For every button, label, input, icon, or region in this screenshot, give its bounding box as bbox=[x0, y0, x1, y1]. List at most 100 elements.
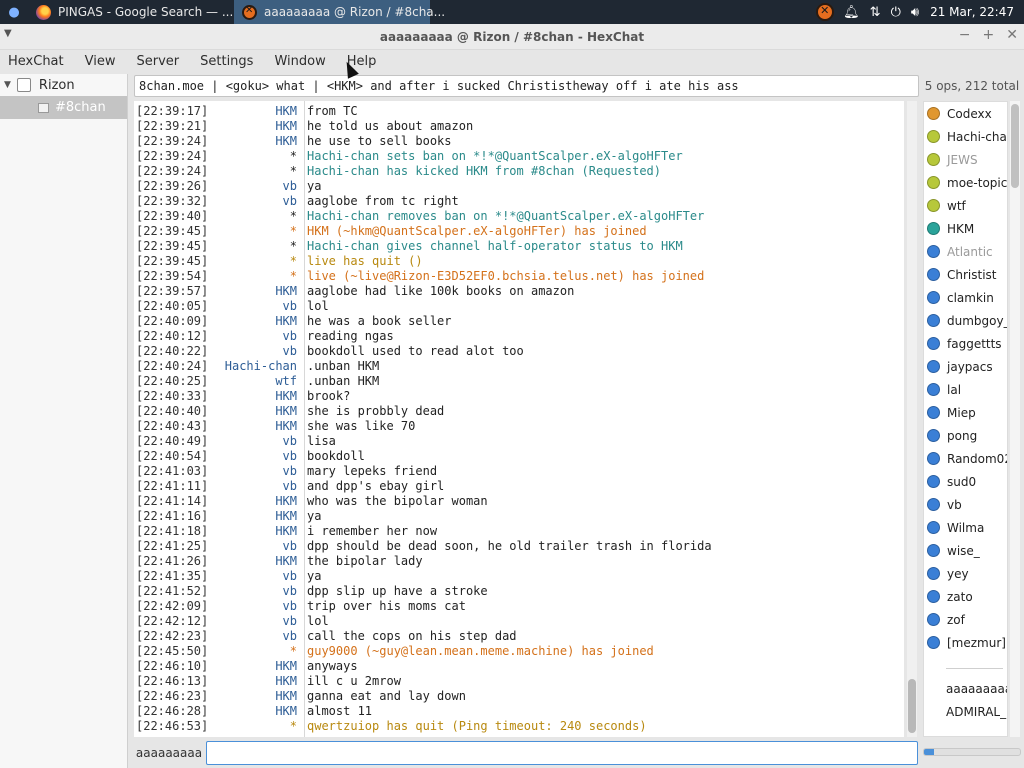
chat-nick[interactable]: HKM bbox=[208, 419, 303, 434]
chat-nick[interactable]: HKM bbox=[208, 404, 303, 419]
user-list-item[interactable]: HKM bbox=[924, 217, 1007, 240]
user-list-item[interactable]: Atlantic bbox=[924, 240, 1007, 263]
chat-nick[interactable]: HKM bbox=[208, 524, 303, 539]
chat-nick[interactable]: vb bbox=[208, 299, 303, 314]
chat-nick[interactable]: HKM bbox=[208, 689, 303, 704]
chat-nick[interactable]: vb bbox=[208, 329, 303, 344]
chat-nick[interactable]: HKM bbox=[208, 389, 303, 404]
tree-channel-8chan[interactable]: #8chan bbox=[0, 96, 127, 119]
chat-nick[interactable]: vb bbox=[208, 584, 303, 599]
chat-nick[interactable]: HKM bbox=[208, 314, 303, 329]
user-list-item[interactable]: lal bbox=[924, 378, 1007, 401]
window-titlebar[interactable]: ▼ aaaaaaaaa @ Rizon / #8chan - HexChat −… bbox=[0, 24, 1024, 50]
chat-nick[interactable]: vb bbox=[208, 479, 303, 494]
user-list-item[interactable]: JEWS bbox=[924, 148, 1007, 171]
maximize-icon[interactable]: + bbox=[983, 27, 995, 43]
user-list-item[interactable]: pong bbox=[924, 424, 1007, 447]
user-list-item[interactable]: wise_ bbox=[924, 539, 1007, 562]
user-list-item[interactable]: wtf bbox=[924, 194, 1007, 217]
user-list-item[interactable]: ADMIRAL_H bbox=[924, 700, 1007, 723]
chat-nick[interactable]: * bbox=[208, 239, 303, 254]
chat-nick[interactable]: HKM bbox=[208, 509, 303, 524]
user-list-item[interactable]: jaypacs bbox=[924, 355, 1007, 378]
volume-icon[interactable]: 🔊︎ bbox=[911, 5, 919, 20]
menu-settings[interactable]: Settings bbox=[200, 54, 253, 69]
chat-line: [22:41:11] vb and dpp's ebay girl bbox=[136, 479, 902, 494]
user-list-item[interactable]: yey bbox=[924, 562, 1007, 585]
menu-hexchat[interactable]: HexChat bbox=[8, 54, 64, 69]
chat-scrollbar[interactable] bbox=[907, 101, 917, 737]
user-list-item[interactable]: Christist bbox=[924, 263, 1007, 286]
nick-button[interactable]: aaaaaaaaa bbox=[134, 742, 204, 764]
chat-nick[interactable]: vb bbox=[208, 449, 303, 464]
message-input[interactable] bbox=[206, 741, 918, 765]
chat-log[interactable]: [22:39:17] HKM from TC [22:39:21] HKM he told… bbox=[134, 101, 904, 737]
chat-nick[interactable]: HKM bbox=[208, 659, 303, 674]
chat-nick[interactable]: * bbox=[208, 224, 303, 239]
user-list[interactable]: Codexx Hachi-cha JEWS moe-topic wtf HKM Atlant… bbox=[923, 101, 1008, 737]
close-icon[interactable]: ✕ bbox=[1006, 27, 1018, 43]
user-list-item[interactable]: [mezmur] bbox=[924, 631, 1007, 654]
user-list-item[interactable]: zato bbox=[924, 585, 1007, 608]
network-icon[interactable]: ⇅ bbox=[870, 5, 881, 20]
taskbar-task-hexchat[interactable]: aaaaaaaaa @ Rizon / #8cha... bbox=[234, 0, 445, 24]
menu-bar: HexChat View Server Settings Window Help bbox=[0, 50, 1024, 72]
menu-window[interactable]: Window bbox=[274, 54, 325, 69]
chat-nick[interactable]: vb bbox=[208, 179, 303, 194]
user-list-item[interactable]: zof bbox=[924, 608, 1007, 631]
user-list-item[interactable]: dumbgoy_ bbox=[924, 309, 1007, 332]
user-list-item[interactable]: Hachi-cha bbox=[924, 125, 1007, 148]
user-list-item[interactable]: Miep bbox=[924, 401, 1007, 424]
chat-nick[interactable]: Hachi-chan bbox=[208, 359, 303, 374]
chat-nick[interactable]: * bbox=[208, 254, 303, 269]
chat-nick[interactable]: vb bbox=[208, 194, 303, 209]
clock[interactable]: 21 Mar, 22:47 bbox=[930, 5, 1014, 19]
user-list-item[interactable]: sud0 bbox=[924, 470, 1007, 493]
chat-nick[interactable]: HKM bbox=[208, 284, 303, 299]
chat-scrollbar-thumb[interactable] bbox=[908, 679, 916, 733]
user-list-item[interactable]: clamkin bbox=[924, 286, 1007, 309]
taskbar-task-firefox[interactable]: PINGAS - Google Search — ... bbox=[28, 0, 233, 24]
chat-nick[interactable]: vb bbox=[208, 464, 303, 479]
collapse-arrow-icon[interactable]: ▼ bbox=[4, 80, 11, 90]
menu-view[interactable]: View bbox=[85, 54, 116, 69]
power-icon[interactable]: ⏻ bbox=[891, 5, 901, 20]
chat-nick[interactable]: wtf bbox=[208, 374, 303, 389]
tree-server-rizon[interactable]: ▼ Rizon bbox=[0, 74, 127, 96]
chat-nick[interactable]: * bbox=[208, 269, 303, 284]
chat-nick[interactable]: * bbox=[208, 719, 303, 734]
user-list-scrollbar[interactable] bbox=[1010, 101, 1020, 737]
notification-bell-icon[interactable]: 🔔︎ bbox=[843, 5, 860, 20]
chat-nick[interactable]: vb bbox=[208, 344, 303, 359]
user-list-item[interactable]: faggettts bbox=[924, 332, 1007, 355]
user-list-item[interactable]: Codexx bbox=[924, 102, 1007, 125]
chat-nick[interactable]: vb bbox=[208, 599, 303, 614]
chat-nick[interactable]: HKM bbox=[208, 134, 303, 149]
chat-nick[interactable]: HKM bbox=[208, 554, 303, 569]
user-list-item[interactable]: moe-topic bbox=[924, 171, 1007, 194]
chat-nick[interactable]: * bbox=[208, 164, 303, 179]
chat-nick[interactable]: vb bbox=[208, 629, 303, 644]
chat-nick[interactable]: HKM bbox=[208, 494, 303, 509]
hexchat-tray-icon[interactable] bbox=[816, 3, 835, 21]
chat-nick[interactable]: HKM bbox=[208, 674, 303, 689]
start-menu-icon[interactable]: ● bbox=[0, 0, 28, 24]
chat-nick[interactable]: HKM bbox=[208, 104, 303, 119]
chat-nick[interactable]: * bbox=[208, 149, 303, 164]
user-list-item[interactable]: Random024 bbox=[924, 447, 1007, 470]
chat-nick[interactable]: vb bbox=[208, 539, 303, 554]
chat-nick[interactable]: * bbox=[208, 644, 303, 659]
chat-nick[interactable]: HKM bbox=[208, 704, 303, 719]
chat-nick[interactable]: HKM bbox=[208, 119, 303, 134]
user-list-scrollbar-thumb[interactable] bbox=[1011, 104, 1019, 188]
user-list-item[interactable]: Wilma bbox=[924, 516, 1007, 539]
chat-nick[interactable]: vb bbox=[208, 434, 303, 449]
user-list-item[interactable]: aaaaaaaaa bbox=[924, 677, 1007, 700]
minimize-icon[interactable]: − bbox=[959, 27, 971, 43]
chat-nick[interactable]: vb bbox=[208, 569, 303, 584]
menu-server[interactable]: Server bbox=[136, 54, 179, 69]
chat-nick[interactable]: * bbox=[208, 209, 303, 224]
topic-field[interactable]: 8chan.moe | <goku> what | <HKM> and afte… bbox=[134, 75, 919, 97]
user-list-item[interactable]: vb bbox=[924, 493, 1007, 516]
chat-nick[interactable]: vb bbox=[208, 614, 303, 629]
